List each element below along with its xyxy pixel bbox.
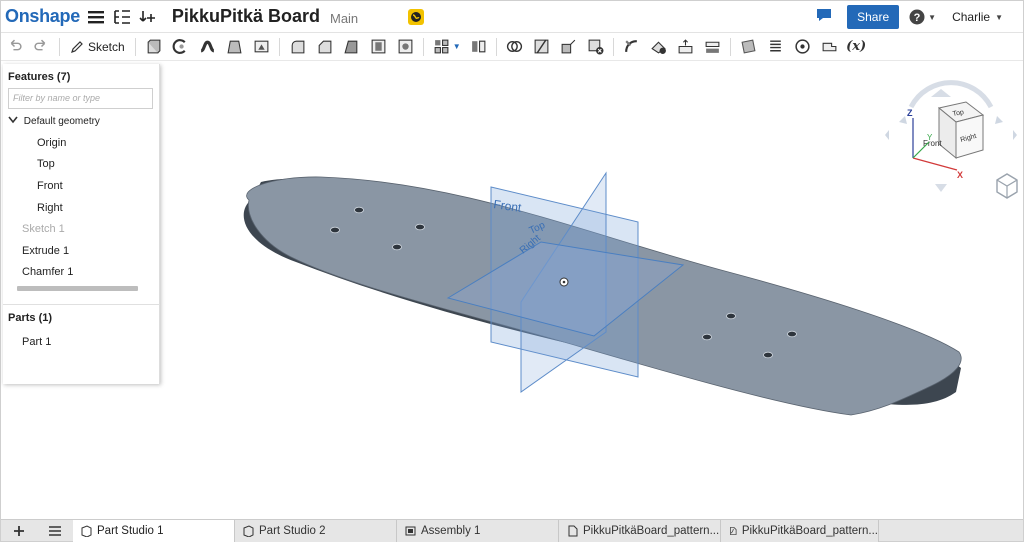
sheet-metal-icon[interactable] [818,36,840,58]
menu-icon[interactable] [86,7,106,27]
toolbar-divider [495,37,497,56]
tab-pattern-file[interactable]: PikkuPitkäBoard_pattern... [559,520,721,542]
tab-manager-icon[interactable] [37,520,73,541]
tab-label: Part Studio 2 [259,525,326,537]
feature-item[interactable]: Top [37,158,55,170]
feature-item[interactable]: Extrude 1 [22,245,69,257]
pdf-icon [730,527,737,535]
axis-y-label: Y [927,133,933,142]
pattern-icon[interactable] [430,36,452,58]
toolbar-divider [59,37,60,56]
replace-face-icon[interactable] [701,36,723,58]
user-menu[interactable]: Charlie ▼ [952,10,1003,24]
tab-part-studio-2[interactable]: Part Studio 2 [235,520,397,542]
tab-label: Part Studio 1 [97,525,164,537]
helix-icon[interactable] [764,36,786,58]
horizontal-scrollbar[interactable] [17,286,138,291]
mirror-icon[interactable] [467,36,489,58]
sketch-button[interactable]: Sketch [70,40,125,54]
add-tab-icon[interactable] [1,520,37,541]
top-bar: Onshape PikkuPitkä Board Main Share ? ▼ … [1,1,1023,33]
user-name: Charlie [952,10,991,24]
features-heading[interactable]: Features (7) [8,71,70,83]
svg-text:?: ? [914,12,921,24]
top-right-controls: Share ? ▼ Charlie ▼ [815,1,1023,33]
chevron-down-icon: ▼ [928,12,937,22]
tab-bar: Part Studio 1 Part Studio 2 Assembly 1 P… [1,519,1023,542]
tab-assembly-1[interactable]: Assembly 1 [397,520,559,542]
default-geometry-label: Default geometry [23,116,100,128]
axis-z-label: Z [907,108,913,118]
feature-list-panel: Features (7) Filter by name or type Defa… [3,64,160,384]
feature-item[interactable]: Sketch 1 [22,223,65,235]
sketch-label: Sketch [88,39,125,54]
tab-part-studio-1[interactable]: Part Studio 1 [73,520,235,542]
chevron-down-icon[interactable]: ▼ [453,42,461,51]
feature-item[interactable]: Origin [37,137,66,149]
sweep-icon[interactable] [196,36,218,58]
default-geometry-folder[interactable]: Default geometry [8,116,100,127]
delete-face-icon[interactable] [647,36,669,58]
view-cube[interactable]: Top Front Right Z X Y [885,80,1017,192]
thicken-icon[interactable] [250,36,272,58]
tab-label: PikkuPitkäBoard_pattern... [583,525,720,537]
view-options-icon[interactable] [996,173,1018,199]
branch-name[interactable]: Main [330,11,358,26]
move-face-icon[interactable] [674,36,696,58]
feature-filter-input[interactable]: Filter by name or type [8,88,153,109]
chevron-down-icon [8,116,18,127]
feature-list-icon[interactable] [112,7,132,27]
public-globe-icon[interactable] [408,8,425,25]
toolbar-divider [134,37,136,56]
view-cube-front-label: Front [923,139,942,148]
mate-connector-icon[interactable] [791,36,813,58]
toolbar-divider [729,37,731,56]
help-menu[interactable]: ? ▼ [909,9,936,25]
plane-icon[interactable] [737,36,759,58]
tab-pattern-pdf[interactable]: PikkuPitkäBoard_pattern... [721,520,879,542]
fillet-icon[interactable] [286,36,308,58]
feature-item[interactable]: Front [37,180,63,192]
feature-toolbar: Sketch ▼ (x) [1,33,1023,61]
redo-icon[interactable] [31,36,53,58]
boolean-icon[interactable] [503,36,525,58]
graphics-viewport[interactable]: Front Top Right Top Front Right Z X Y [161,62,1023,520]
axis-x-label: X [957,170,963,180]
feature-item[interactable]: Right [37,202,63,214]
pencil-icon [71,40,83,53]
share-button[interactable]: Share [847,5,900,29]
variable-button[interactable]: (x) [845,36,867,58]
delete-part-icon[interactable] [584,36,606,58]
extrude-icon[interactable] [142,36,164,58]
toolbar-divider [278,37,280,56]
loft-icon[interactable] [223,36,245,58]
chamfer-icon[interactable] [313,36,335,58]
help-icon: ? [909,9,925,25]
shell-icon[interactable] [394,36,416,58]
feature-item[interactable]: Chamfer 1 [22,266,73,278]
toolbar-divider [422,37,424,56]
modify-fillet-icon[interactable] [620,36,642,58]
document-title[interactable]: PikkuPitkä Board [172,6,320,27]
part-item[interactable]: Part 1 [22,336,51,348]
toolbar-divider [612,37,614,56]
onshape-logo[interactable]: Onshape [5,6,80,27]
comments-icon[interactable] [815,7,833,28]
revolve-icon[interactable] [169,36,191,58]
tab-label: PikkuPitkäBoard_pattern... [741,525,878,537]
parts-heading[interactable]: Parts (1) [8,312,52,324]
draft-icon[interactable] [340,36,362,58]
transform-icon[interactable] [557,36,579,58]
split-icon[interactable] [530,36,552,58]
undo-icon[interactable] [4,36,26,58]
part-studio-icon [81,525,92,537]
chevron-down-icon: ▼ [995,12,1003,22]
file-icon [568,525,578,537]
panel-divider [3,304,160,305]
insert-icon[interactable] [138,7,158,27]
part-studio-icon [243,525,254,537]
assembly-icon [405,526,416,536]
rib-icon[interactable] [367,36,389,58]
tab-label: Assembly 1 [421,525,481,537]
